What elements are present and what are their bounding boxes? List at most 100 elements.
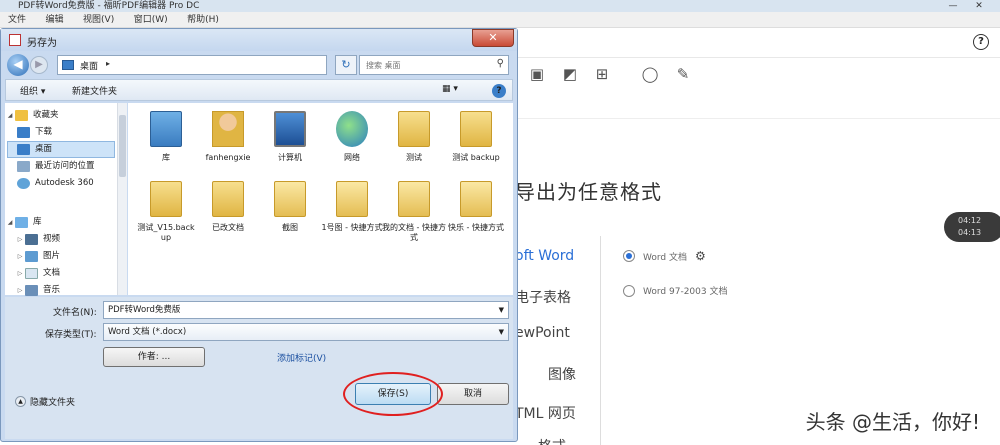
radio-unselected[interactable] (623, 284, 635, 297)
address-bar[interactable]: 桌面 ▸ ▼ (57, 55, 371, 75)
filename-value[interactable]: PDF转Word免费版 (108, 305, 180, 315)
file-label: 1号图 - 快捷方式 (321, 223, 383, 232)
floating-pill[interactable]: 04:12 04:13 (944, 212, 1000, 242)
picture-icon (25, 251, 38, 262)
comment-icon[interactable]: ◯ (640, 64, 660, 84)
chevron-right-icon[interactable]: ▸ (106, 59, 110, 68)
filetype-value[interactable]: Word 文档 (*.docx) (108, 327, 186, 337)
edit-image-icon[interactable]: ◩ (560, 64, 580, 84)
search-box[interactable]: ⚲ (359, 55, 509, 75)
refresh-button[interactable]: ↻ (335, 55, 357, 75)
nav-item-recent[interactable]: 最近访问的位置 (17, 158, 95, 175)
chevron-up-icon[interactable]: ▲ (15, 396, 26, 407)
filename-field[interactable]: PDF转Word免费版 ▼ (103, 301, 509, 319)
chevron-down-icon[interactable]: ▼ (499, 324, 504, 340)
search-input[interactable] (360, 56, 480, 74)
filename-row: 文件名(N): PDF转Word免费版 ▼ (5, 301, 513, 321)
new-folder-button[interactable]: 新建文件夹 (72, 84, 117, 97)
expand-icon[interactable]: ◢ (5, 107, 15, 124)
tab-strip (515, 28, 1000, 58)
nav-item-pictures[interactable]: ▷ 图片 (15, 248, 60, 265)
collapse-icon[interactable]: ▷ (15, 231, 25, 248)
nav-item-autodesk[interactable]: Autodesk 360 (17, 175, 94, 192)
nav-item-downloads[interactable]: 下载 (17, 124, 52, 141)
menu-item-help[interactable]: 帮助(H) (179, 12, 227, 28)
cancel-button[interactable]: 取消 (437, 383, 509, 405)
minimize-button[interactable]: — (940, 0, 966, 12)
file-item[interactable]: 我的文档 - 快捷方式 (382, 181, 446, 243)
format-html[interactable]: TML 网页 (515, 403, 576, 423)
folder-icon (150, 181, 182, 217)
nav-scrollbar[interactable] (117, 103, 127, 295)
nav-item-videos[interactable]: ▷ 视频 (15, 231, 60, 248)
file-label: 测试 backup (452, 153, 500, 162)
back-button[interactable]: ◀ (7, 54, 29, 76)
nav-libraries[interactable]: ◢ 库 (5, 214, 42, 231)
app-titlebar: PDF转Word免费版 - 福昕PDF编辑器 Pro DC — ✕ (0, 0, 1000, 12)
organize-menu[interactable]: 组织 ▾ (20, 84, 45, 97)
view-options-icon[interactable]: ▦ ▾ (442, 84, 458, 94)
file-item[interactable]: 网络 (320, 111, 384, 163)
format-divider (600, 236, 601, 445)
nav-label: 视频 (43, 234, 61, 244)
help-icon[interactable]: ? (492, 84, 506, 98)
file-item[interactable]: 截图 (258, 181, 322, 233)
radio-selected[interactable] (623, 250, 635, 262)
file-label: fanhengxie (205, 153, 251, 162)
menu-item-view[interactable]: 视图(V) (75, 12, 122, 28)
file-item[interactable]: 计算机 (258, 111, 322, 163)
menu-item-window[interactable]: 窗口(W) (126, 12, 176, 28)
format-spreadsheet[interactable]: 电子表格 (515, 287, 571, 307)
scrollbar-thumb[interactable] (119, 115, 126, 177)
file-label: 库 (162, 153, 170, 162)
help-icon[interactable]: ? (973, 34, 989, 50)
collapse-icon[interactable]: ▷ (15, 265, 25, 282)
folder-icon (212, 181, 244, 217)
close-app-button[interactable]: ✕ (966, 0, 992, 12)
menu-item-file[interactable]: 文件 (0, 12, 34, 28)
nav-item-documents[interactable]: ▷ 文档 (15, 265, 60, 282)
format-powerpoint[interactable]: ewPoint (515, 325, 570, 341)
file-item[interactable]: 快乐 - 快捷方式 (444, 181, 508, 233)
desktop-icon (62, 60, 74, 70)
authors-button[interactable]: 作者: ... (103, 347, 205, 367)
nav-item-desktop[interactable]: 桌面 (7, 141, 115, 158)
nav-label: 库 (33, 217, 42, 227)
collapse-icon[interactable]: ▷ (15, 248, 25, 265)
file-item[interactable]: 已改文档 (196, 181, 260, 233)
pen-icon[interactable]: ✎ (673, 64, 693, 84)
close-button[interactable]: ✕ (472, 29, 514, 47)
option-word-doc[interactable]: Word 97-2003 文档 (623, 284, 727, 297)
stamp-icon[interactable]: ⊞ (592, 64, 612, 84)
format-image[interactable]: 图像 (548, 364, 576, 384)
folder-doc-icon (460, 181, 492, 217)
nav-favorites[interactable]: ◢ 收藏夹 (5, 107, 59, 124)
edit-text-icon[interactable]: ▣ (527, 64, 547, 84)
hide-folders-label: 隐藏文件夹 (30, 398, 76, 408)
format-more[interactable]: 格式 (538, 436, 566, 445)
recent-places-icon (17, 161, 30, 172)
file-item[interactable]: fanhengxie (196, 111, 260, 163)
file-label: 截图 (282, 223, 298, 232)
star-icon (15, 110, 28, 121)
library-icon (15, 217, 28, 228)
option-word-docx[interactable]: Word 文档 ⚙ (623, 249, 706, 263)
file-item[interactable]: 测试 (382, 111, 446, 163)
file-item[interactable]: 测试 backup (444, 111, 508, 163)
search-icon[interactable]: ⚲ (497, 58, 504, 69)
expand-icon[interactable]: ◢ (5, 214, 15, 231)
format-word[interactable]: oft Word (515, 248, 574, 264)
forward-button[interactable]: ▶ (30, 56, 48, 74)
file-item[interactable]: 库 (134, 111, 198, 163)
chevron-down-icon[interactable]: ▼ (499, 302, 504, 318)
option-label: Word 文档 (643, 252, 687, 263)
filetype-select[interactable]: Word 文档 (*.docx) ▼ (103, 323, 509, 341)
menu-item-edit[interactable]: 编辑 (38, 12, 72, 28)
export-heading: 导出为任意格式 (515, 180, 662, 204)
add-tags-link[interactable]: 添加标记(V) (277, 351, 326, 364)
file-item[interactable]: 测试_V15.back up (134, 181, 198, 243)
file-item[interactable]: 1号图 - 快捷方式 (320, 181, 384, 233)
gear-icon[interactable]: ⚙ (695, 249, 706, 263)
hide-folders-toggle[interactable]: ▲ 隐藏文件夹 (15, 395, 75, 408)
address-location[interactable]: 桌面 (80, 59, 98, 72)
